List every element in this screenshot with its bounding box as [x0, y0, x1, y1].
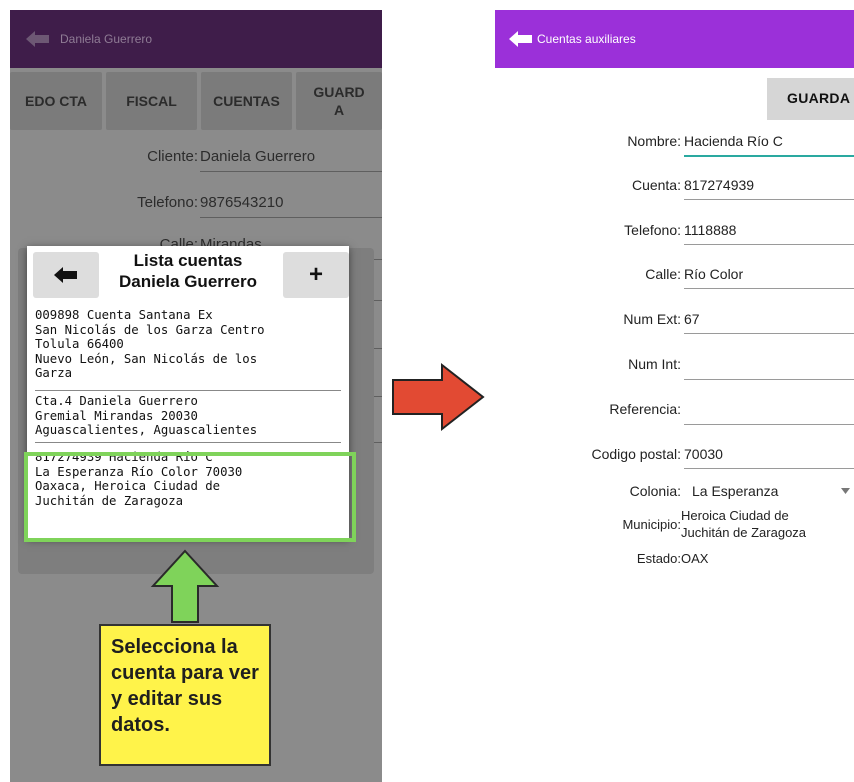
list-divider [35, 390, 341, 391]
field-label-estado: Estado: [636, 551, 681, 566]
chevron-down-icon[interactable] [841, 488, 850, 494]
save-button[interactable]: GUARDA [767, 78, 854, 120]
field-label-nombre: Nombre: [627, 133, 681, 149]
right-phone-screen: Cuentas auxiliares GUARDA Nombre: Hacien… [495, 10, 854, 782]
cliente-field[interactable]: Daniela Guerrero [200, 148, 382, 172]
field-label-cuenta: Cuenta: [631, 177, 681, 193]
dialog-back-button[interactable] [33, 252, 99, 298]
telefono-field[interactable]: 9876543210 [200, 194, 382, 218]
red-right-arrow-icon [392, 362, 485, 432]
account-list-item[interactable]: 009898 Cuenta Santana Ex San Nicolás de … [35, 308, 345, 386]
arrow-left-icon[interactable] [509, 30, 533, 48]
right-app-title: Cuentas auxiliares [537, 32, 636, 46]
left-app-bar: Daniela Guerrero [10, 10, 382, 68]
num-ext-field[interactable]: 67 [684, 311, 854, 334]
estado-value: OAX [681, 551, 709, 566]
tab-row: EDO CTA FISCAL CUENTAS GUARD A [10, 72, 382, 134]
dialog-add-button[interactable]: + [283, 252, 349, 298]
field-label-colonia: Colonia: [629, 483, 681, 499]
instruction-callout: Selecciona la cuenta para ver y editar s… [99, 624, 271, 766]
cuenta-field[interactable]: 817274939 [684, 177, 854, 200]
account-list-item[interactable]: Cta.4 Daniela Guerrero Gremial Mirandas … [35, 394, 345, 440]
list-divider [35, 442, 341, 443]
selection-highlight [24, 452, 356, 542]
tab-fiscal[interactable]: FISCAL [106, 72, 197, 130]
dialog-title: Lista cuentas Daniela Guerrero [97, 250, 279, 292]
left-app-title: Daniela Guerrero [60, 32, 153, 46]
codigo-postal-field[interactable]: 70030 [684, 446, 854, 469]
tab-edo-cta[interactable]: EDO CTA [10, 72, 102, 130]
municipio-value: Heroica Ciudad de Juchitán de Zaragoza [681, 508, 807, 540]
field-label-telefono: Telefono: [137, 194, 198, 211]
field-label-codigo-postal: Codigo postal: [591, 446, 681, 462]
referencia-field[interactable] [684, 401, 854, 425]
field-label-cliente: Cliente: [147, 148, 198, 165]
right-app-bar: Cuentas auxiliares [495, 10, 854, 68]
tab-cuentas[interactable]: CUENTAS [201, 72, 292, 130]
field-label-num-ext: Num Ext: [623, 311, 681, 327]
num-int-field[interactable] [684, 356, 854, 380]
field-label-municipio: Municipio: [622, 517, 681, 532]
green-up-arrow-icon [150, 549, 220, 623]
telefono-field[interactable]: 1118888 [684, 222, 854, 245]
field-label-num-int: Num Int: [628, 356, 681, 372]
nombre-field[interactable]: Hacienda Río C [684, 133, 854, 157]
field-label-telefono: Telefono: [624, 222, 681, 238]
dialog-title-line2: Daniela Guerrero [119, 272, 257, 291]
colonia-dropdown[interactable]: La Esperanza [692, 483, 778, 499]
calle-field[interactable]: Río Color [684, 266, 854, 289]
field-label-referencia: Referencia: [609, 401, 681, 417]
dialog-title-line1: Lista cuentas [133, 251, 243, 270]
arrow-left-icon[interactable] [26, 30, 50, 48]
arrow-left-icon [54, 267, 77, 283]
field-label-calle: Calle: [645, 266, 681, 282]
tab-guarda[interactable]: GUARD A [296, 72, 382, 130]
